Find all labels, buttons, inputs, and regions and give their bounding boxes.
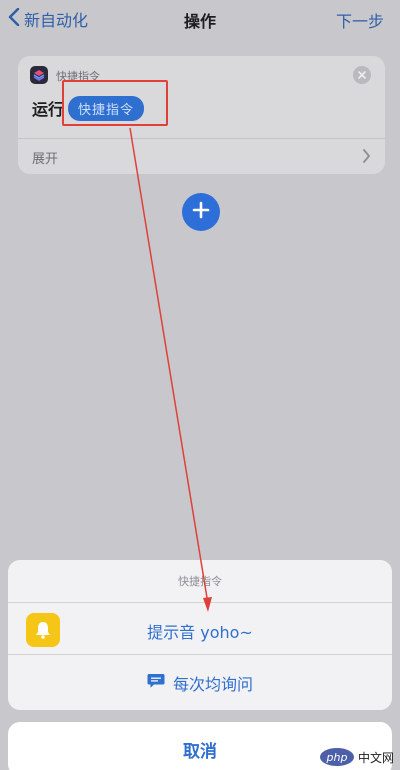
watermark-logo: php bbox=[319, 748, 354, 766]
sheet-option-ask-each-time[interactable]: 每次均询问 bbox=[8, 655, 392, 710]
add-action-button[interactable] bbox=[182, 193, 220, 231]
plus-icon bbox=[192, 201, 210, 223]
expand-row[interactable]: 展开 bbox=[32, 142, 371, 172]
chat-bubble-icon bbox=[147, 673, 165, 693]
shortcuts-app-icon bbox=[30, 66, 48, 84]
chevron-right-icon bbox=[362, 148, 371, 167]
yoho-option-label: 提示音 yoho~ bbox=[147, 623, 253, 642]
navigation-bar: 新自动化 操作 下一步 bbox=[0, 0, 400, 40]
sheet-header: 快捷指令 bbox=[178, 575, 222, 588]
remove-action-button[interactable] bbox=[353, 66, 371, 84]
annotation-highlight-box bbox=[62, 80, 168, 126]
run-label: 运行 bbox=[32, 100, 65, 119]
shortcut-picker-sheet: 快捷指令 提示音 yoho~ 每次均询问 bbox=[8, 560, 392, 710]
expand-label: 展开 bbox=[32, 151, 59, 167]
sheet-option-yoho[interactable]: 提示音 yoho~ bbox=[8, 603, 392, 654]
ask-each-time-label: 每次均询问 bbox=[172, 674, 253, 694]
card-divider bbox=[18, 138, 385, 139]
site-watermark: php 中文网 bbox=[319, 746, 394, 768]
cancel-label: 取消 bbox=[183, 741, 217, 762]
next-button[interactable]: 下一步 bbox=[336, 8, 384, 32]
watermark-text: 中文网 bbox=[357, 750, 394, 765]
